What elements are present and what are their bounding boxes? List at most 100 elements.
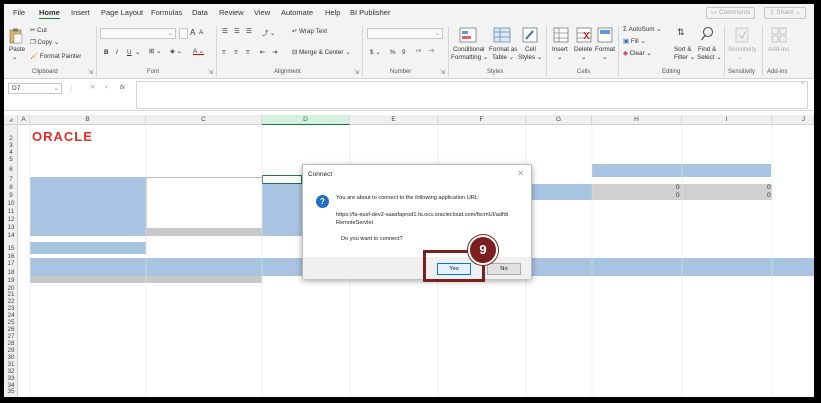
font-color-icon[interactable]: A ⌄: [193, 48, 204, 55]
conditional-formatting-sub[interactable]: Formatting ⌄: [451, 54, 488, 61]
row-header[interactable]: 26: [4, 326, 18, 333]
align-top-icon[interactable]: ☰: [222, 28, 228, 35]
orientation-icon[interactable]: ⤴ ⌄: [262, 28, 275, 37]
format-cells-icon[interactable]: [597, 27, 613, 43]
format-cells-label[interactable]: Format: [595, 46, 615, 53]
insert-cells-icon[interactable]: [553, 27, 569, 43]
row-header[interactable]: 18: [4, 269, 18, 276]
row-header[interactable]: 9: [4, 192, 18, 199]
sensitivity-icon[interactable]: [735, 27, 749, 43]
delete-cells-icon[interactable]: [576, 27, 592, 43]
row-header[interactable]: 14: [4, 232, 18, 239]
sort-filter-sub[interactable]: Filter ⌄: [674, 54, 695, 61]
find-select-label[interactable]: Find &: [698, 46, 716, 53]
row-header[interactable]: 11: [4, 208, 18, 215]
fill-button[interactable]: ▣ Fill ⌄: [623, 38, 646, 45]
percent-button[interactable]: %: [390, 49, 396, 56]
tab-data[interactable]: Data: [192, 8, 208, 17]
comments-button[interactable]: ▭ Comments: [706, 7, 756, 19]
paste-icon[interactable]: [9, 28, 23, 44]
row-header[interactable]: 4: [4, 149, 18, 156]
chevron-down-icon[interactable]: ⌄: [602, 54, 607, 61]
tab-bi-publisher[interactable]: BI Publisher: [350, 8, 390, 17]
cancel-icon[interactable]: ✕: [90, 84, 95, 91]
number-format-select[interactable]: ⌄: [367, 28, 443, 39]
number-launcher-icon[interactable]: ⇲: [440, 69, 445, 76]
enter-icon[interactable]: ✓: [104, 84, 109, 91]
currency-button[interactable]: $ ⌄: [370, 49, 381, 56]
row-header[interactable]: 3: [4, 142, 18, 149]
align-right-icon[interactable]: ≡: [246, 49, 250, 56]
tab-help[interactable]: Help: [325, 8, 340, 17]
select-all-corner[interactable]: ◢: [4, 115, 18, 125]
align-left-icon[interactable]: ≡: [222, 49, 226, 56]
format-as-table-label[interactable]: Format as: [489, 46, 517, 53]
bold-button[interactable]: B: [104, 49, 109, 56]
cell-styles-icon[interactable]: [522, 27, 538, 43]
column-header-a[interactable]: A: [18, 115, 30, 125]
row-header[interactable]: 13: [4, 224, 18, 231]
row-header[interactable]: 2: [4, 135, 18, 142]
chevron-down-icon[interactable]: ⌄: [737, 54, 742, 61]
cell-styles-label[interactable]: Cell: [525, 46, 536, 53]
insert-function-icon[interactable]: fx: [120, 84, 125, 91]
increase-indent-icon[interactable]: ⇥: [272, 49, 277, 56]
row-header[interactable]: 28: [4, 340, 18, 347]
autosum-button[interactable]: Σ AutoSum ⌄: [623, 26, 662, 33]
row-header[interactable]: 31: [4, 361, 18, 368]
close-icon[interactable]: ✕: [517, 169, 524, 178]
grow-font-button[interactable]: A: [190, 28, 195, 37]
row-header[interactable]: 16: [4, 253, 18, 260]
row-header[interactable]: 5: [4, 156, 18, 163]
find-select-icon[interactable]: [700, 26, 714, 42]
row-header[interactable]: 30: [4, 354, 18, 361]
tab-home[interactable]: Home: [39, 8, 60, 19]
borders-icon[interactable]: ⊞ ⌄: [149, 48, 161, 55]
conditional-formatting-icon[interactable]: [459, 27, 477, 43]
row-header[interactable]: 10: [4, 200, 18, 207]
comma-button[interactable]: 9: [402, 49, 406, 56]
find-select-sub[interactable]: Select ⌄: [697, 54, 722, 61]
column-header-d[interactable]: D: [262, 115, 350, 125]
cut-button[interactable]: ✂ Cut: [30, 27, 47, 34]
italic-button[interactable]: I: [116, 49, 118, 56]
column-header-g[interactable]: G: [526, 115, 592, 125]
row-header[interactable]: 19: [4, 277, 18, 284]
column-header-i[interactable]: I: [682, 115, 772, 125]
clear-button[interactable]: ◆ Clear ⌄: [623, 50, 652, 57]
add-ins-icon[interactable]: [771, 27, 787, 43]
decrease-indent-icon[interactable]: ⇤: [260, 49, 265, 56]
row-header[interactable]: 29: [4, 347, 18, 354]
paste-dropdown-icon[interactable]: ⌄: [12, 54, 17, 61]
format-painter-button[interactable]: 🖌 Format Painter: [30, 52, 81, 60]
row-header[interactable]: 27: [4, 333, 18, 340]
row-header[interactable]: 23: [4, 305, 18, 312]
column-header-c[interactable]: C: [146, 115, 262, 125]
font-size-select[interactable]: [179, 28, 188, 39]
align-bottom-icon[interactable]: ☰: [246, 28, 252, 35]
column-header-h[interactable]: H: [592, 115, 682, 125]
row-header[interactable]: 25: [4, 319, 18, 326]
row-header[interactable]: 8: [4, 184, 18, 191]
delete-cells-label[interactable]: Delete: [574, 46, 592, 53]
align-center-icon[interactable]: ≡: [234, 49, 238, 56]
tab-view[interactable]: View: [254, 8, 270, 17]
alignment-launcher-icon[interactable]: ⇲: [354, 69, 359, 76]
wrap-text-button[interactable]: ↵ Wrap Text: [292, 28, 327, 35]
increase-decimal-icon[interactable]: ⁺⁰: [415, 49, 421, 56]
formula-input[interactable]: ⌃: [136, 81, 808, 109]
sort-filter-label[interactable]: Sort &: [674, 46, 692, 53]
row-header[interactable]: 17: [4, 260, 18, 267]
decrease-decimal-icon[interactable]: ⁻⁰: [428, 49, 434, 56]
column-header-j[interactable]: J: [772, 115, 814, 125]
row-header[interactable]: 24: [4, 312, 18, 319]
copy-button[interactable]: ❐ Copy ⌄: [30, 39, 59, 46]
clipboard-launcher-icon[interactable]: ⇲: [88, 69, 93, 76]
tab-page-layout[interactable]: Page Layout: [101, 8, 143, 17]
row-header[interactable]: 22: [4, 298, 18, 305]
sort-filter-icon[interactable]: ⇅: [677, 27, 685, 38]
format-as-table-icon[interactable]: [493, 27, 511, 43]
row-header[interactable]: 6: [4, 166, 18, 173]
name-box[interactable]: D7 ⌄: [8, 83, 62, 94]
row-header[interactable]: 32: [4, 368, 18, 375]
